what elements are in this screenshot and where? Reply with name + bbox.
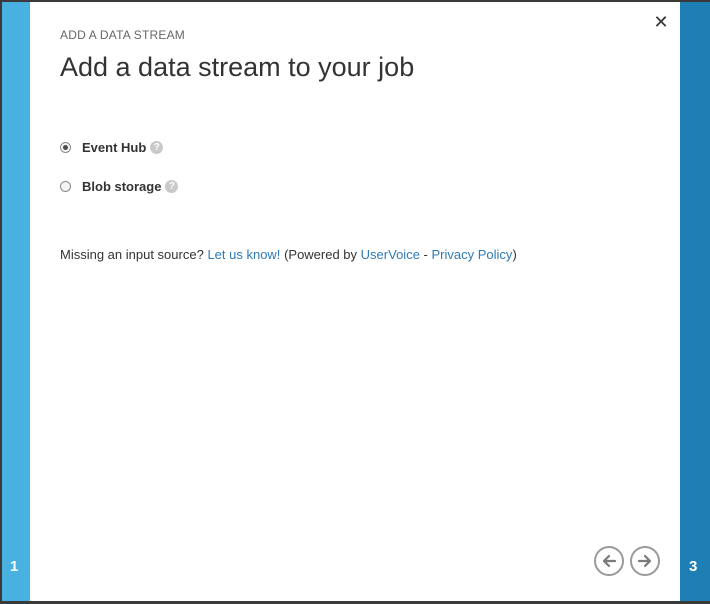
event-hub-radio[interactable] [60,141,71,153]
blob-storage-label: Blob storage [82,178,162,194]
privacy-policy-link[interactable]: Privacy Policy [432,247,513,262]
option-blob-storage[interactable]: Blob storage ? [60,177,179,195]
next-step-rail [680,2,710,601]
help-icon[interactable]: ? [150,140,164,154]
page-title: Add a data stream to your job [60,52,415,82]
section-label: ADD A DATA STREAM [60,28,185,42]
previous-step-rail [2,2,30,601]
footnote-prefix: Missing an input source? [60,247,204,262]
dialog-border-top [0,0,710,2]
step-indicator-right: 3 [689,558,698,575]
close-button[interactable]: ✕ [651,12,671,32]
option-event-hub[interactable]: Event Hub ? [60,138,164,156]
arrow-right-icon [637,554,652,568]
help-icon[interactable]: ? [165,179,179,193]
next-button[interactable] [630,546,660,576]
blob-storage-radio[interactable] [60,180,71,192]
event-hub-label: Event Hub [82,139,147,155]
let-us-know-link[interactable]: Let us know! [207,247,280,262]
footnote-suffix: ) [512,247,517,262]
previous-button[interactable] [594,546,624,576]
footnote-separator: - [423,247,428,262]
step-indicator-left: 1 [10,558,19,575]
missing-input-footnote: Missing an input source? Let us know! (P… [60,247,517,262]
powered-by-text: (Powered by [284,247,358,262]
uservoice-link[interactable]: UserVoice [361,247,420,262]
add-data-stream-dialog: 1 3 ✕ ADD A DATA STREAM Add a data strea… [0,0,710,604]
arrow-left-icon [602,554,617,568]
close-icon: ✕ [653,12,669,32]
